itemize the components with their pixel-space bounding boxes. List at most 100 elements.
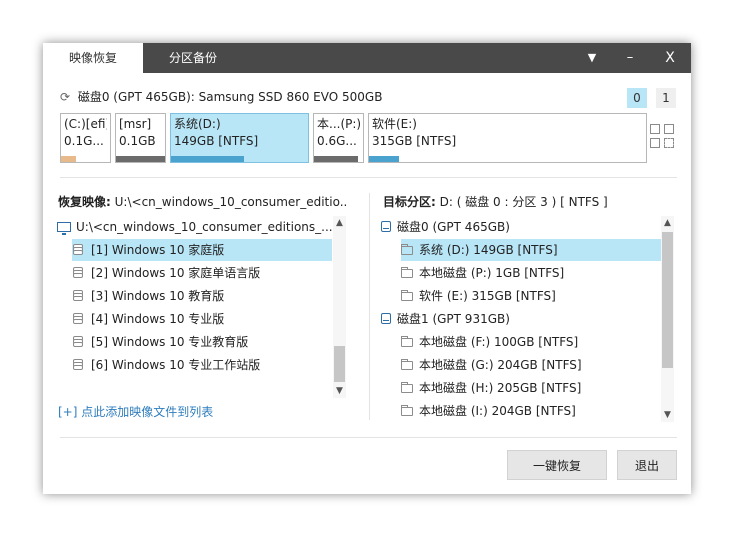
partition-name: (C:)[efi] bbox=[64, 117, 107, 131]
target-partition-label: 目标分区: bbox=[383, 195, 436, 209]
tab-partition-backup[interactable]: 分区备份 bbox=[143, 43, 243, 73]
tree-disk-1[interactable]: 磁盘1 (GPT 931GB) bbox=[381, 308, 661, 330]
restore-image-path: U:\<cn_windows_10_consumer_editio... bbox=[114, 195, 346, 209]
partition-efi[interactable]: (C:)[efi] 0.1G... bbox=[60, 113, 111, 163]
minimize-icon[interactable]: – bbox=[611, 43, 649, 73]
tree-disk-label: 磁盘1 (GPT 931GB) bbox=[397, 312, 510, 326]
partition-size: 0.1G... bbox=[64, 134, 104, 148]
partition-usage-bar bbox=[314, 156, 359, 162]
tree-disk-0[interactable]: 磁盘0 (GPT 465GB) bbox=[381, 216, 661, 238]
scroll-down-icon[interactable]: ▼ bbox=[661, 408, 674, 422]
one-click-restore-button[interactable]: 一键恢复 bbox=[507, 450, 607, 480]
disk-badge-1[interactable]: 1 bbox=[656, 88, 676, 108]
folder-icon bbox=[401, 359, 413, 370]
tree-partition[interactable]: 本地磁盘 (F:) 100GB [NTFS] bbox=[401, 331, 661, 353]
folder-icon bbox=[401, 267, 413, 278]
layers-icon bbox=[72, 244, 84, 256]
partition-tree: 磁盘0 (GPT 465GB) 系统 (D:) 149GB [NTFS] 本地磁… bbox=[381, 216, 677, 422]
partition-name: [msr] bbox=[119, 117, 152, 131]
layers-icon bbox=[72, 359, 84, 371]
layers-icon bbox=[72, 313, 84, 325]
close-icon[interactable]: X bbox=[651, 43, 689, 73]
list-item[interactable]: [6] Windows 10 专业工作站版 bbox=[72, 354, 332, 376]
tree-partition[interactable]: 本地磁盘 (I:) 204GB [NTFS] bbox=[401, 400, 661, 422]
disk-icon bbox=[381, 313, 391, 324]
tree-partition-label: 本地磁盘 (I:) 204GB [NTFS] bbox=[419, 404, 576, 418]
partition-size: 149GB [NTFS] bbox=[174, 134, 259, 148]
folder-icon bbox=[401, 290, 413, 301]
main-window: 映像恢复 分区备份 ▼ – X ⟳ 磁盘0 (GPT 465GB): Samsu… bbox=[43, 43, 691, 494]
divider bbox=[60, 177, 677, 178]
scroll-up-icon[interactable]: ▲ bbox=[333, 216, 346, 230]
partition-local-p[interactable]: 本...(P:) 0.6G... bbox=[313, 113, 364, 163]
add-image-link[interactable]: [+] 点此添加映像文件到列表 bbox=[58, 403, 213, 420]
folder-icon bbox=[401, 382, 413, 393]
tree-partition-label: 本地磁盘 (G:) 204GB [NTFS] bbox=[419, 358, 582, 372]
partition-usage-bar bbox=[369, 156, 400, 162]
layers-icon bbox=[72, 267, 84, 279]
folder-icon bbox=[401, 405, 413, 416]
partition-name: 本...(P:) bbox=[317, 117, 360, 131]
tree-partition-label: 本地磁盘 (H:) 205GB [NTFS] bbox=[419, 381, 582, 395]
list-item-label: [1] Windows 10 家庭版 bbox=[91, 243, 225, 257]
scroll-up-icon[interactable]: ▲ bbox=[661, 216, 674, 230]
partition-msr[interactable]: [msr] 0.1GB bbox=[115, 113, 166, 163]
list-item-label: [4] Windows 10 专业版 bbox=[91, 312, 225, 326]
image-root[interactable]: U:\<cn_windows_10_consumer_editions_... bbox=[57, 216, 333, 238]
tree-partition[interactable]: 系统 (D:) 149GB [NTFS] bbox=[401, 239, 661, 261]
scroll-thumb[interactable] bbox=[334, 346, 345, 382]
target-partition-title: 目标分区: D: ( 磁盘 0 : 分区 3 ) [ NTFS ] bbox=[383, 193, 663, 211]
refresh-icon[interactable]: ⟳ bbox=[60, 88, 74, 106]
disk-header-label: 磁盘0 (GPT 465GB): Samsung SSD 860 EVO 500… bbox=[77, 90, 383, 104]
tree-partition-label: 系统 (D:) 149GB [NTFS] bbox=[419, 243, 558, 257]
divider bbox=[60, 437, 677, 438]
list-item[interactable]: [3] Windows 10 教育版 bbox=[72, 285, 332, 307]
folder-icon bbox=[401, 336, 413, 347]
partition-name: 系统(D:) bbox=[174, 117, 221, 131]
pane-divider bbox=[369, 193, 370, 420]
image-root-label: U:\<cn_windows_10_consumer_editions_... bbox=[76, 220, 333, 234]
scroll-down-icon[interactable]: ▼ bbox=[333, 384, 346, 398]
restore-image-label: 恢复映像: bbox=[58, 195, 111, 209]
tree-disk-label: 磁盘0 (GPT 465GB) bbox=[397, 220, 510, 234]
tree-partition[interactable]: 软件 (E:) 315GB [NTFS] bbox=[401, 285, 661, 307]
menu-dropdown-icon[interactable]: ▼ bbox=[573, 43, 611, 73]
disk-icon bbox=[381, 221, 391, 232]
tab-image-restore[interactable]: 映像恢复 bbox=[43, 43, 143, 73]
target-partition-value: D: ( 磁盘 0 : 分区 3 ) [ NTFS ] bbox=[439, 195, 608, 209]
list-item[interactable]: [2] Windows 10 家庭单语言版 bbox=[72, 262, 332, 284]
partition-name: 软件(E:) bbox=[372, 117, 417, 131]
scroll-thumb[interactable] bbox=[662, 232, 673, 368]
partition-size: 0.1GB bbox=[119, 134, 156, 148]
disk-header: ⟳ 磁盘0 (GPT 465GB): Samsung SSD 860 EVO 5… bbox=[60, 88, 382, 106]
title-bar: 映像恢复 分区备份 ▼ – X bbox=[43, 43, 691, 73]
disk-badge-0[interactable]: 0 bbox=[627, 88, 647, 108]
partition-usage-bar bbox=[61, 156, 76, 162]
partition-usage-bar bbox=[116, 156, 165, 162]
image-list: U:\<cn_windows_10_consumer_editions_... … bbox=[57, 216, 349, 400]
partition-size: 0.6G... bbox=[317, 134, 357, 148]
image-list-scrollbar[interactable]: ▲ ▼ bbox=[333, 216, 346, 398]
folder-icon bbox=[401, 244, 413, 255]
list-item[interactable]: [4] Windows 10 专业版 bbox=[72, 308, 332, 330]
restore-image-title: 恢复映像: U:\<cn_windows_10_consumer_editio.… bbox=[58, 193, 346, 211]
tree-partition[interactable]: 本地磁盘 (P:) 1GB [NTFS] bbox=[401, 262, 661, 284]
partition-usage-bar bbox=[171, 156, 244, 162]
partition-system-d[interactable]: 系统(D:) 149GB [NTFS] bbox=[170, 113, 309, 163]
list-item-label: [6] Windows 10 专业工作站版 bbox=[91, 358, 261, 372]
layout-grid-icon[interactable] bbox=[650, 124, 676, 150]
tree-partition-label: 本地磁盘 (F:) 100GB [NTFS] bbox=[419, 335, 579, 349]
partition-software-e[interactable]: 软件(E:) 315GB [NTFS] bbox=[368, 113, 647, 163]
exit-button[interactable]: 退出 bbox=[617, 450, 677, 480]
tree-partition[interactable]: 本地磁盘 (G:) 204GB [NTFS] bbox=[401, 354, 661, 376]
tree-partition-label: 软件 (E:) 315GB [NTFS] bbox=[419, 289, 556, 303]
tree-partition-label: 本地磁盘 (P:) 1GB [NTFS] bbox=[419, 266, 565, 280]
layers-icon bbox=[72, 336, 84, 348]
partition-size: 315GB [NTFS] bbox=[372, 134, 457, 148]
list-item[interactable]: [1] Windows 10 家庭版 bbox=[72, 239, 332, 261]
tree-partition[interactable]: 本地磁盘 (H:) 205GB [NTFS] bbox=[401, 377, 661, 399]
list-item[interactable]: [5] Windows 10 专业教育版 bbox=[72, 331, 332, 353]
layers-icon bbox=[72, 290, 84, 302]
partition-tree-scrollbar[interactable]: ▲ ▼ bbox=[661, 216, 674, 422]
list-item-label: [2] Windows 10 家庭单语言版 bbox=[91, 266, 261, 280]
